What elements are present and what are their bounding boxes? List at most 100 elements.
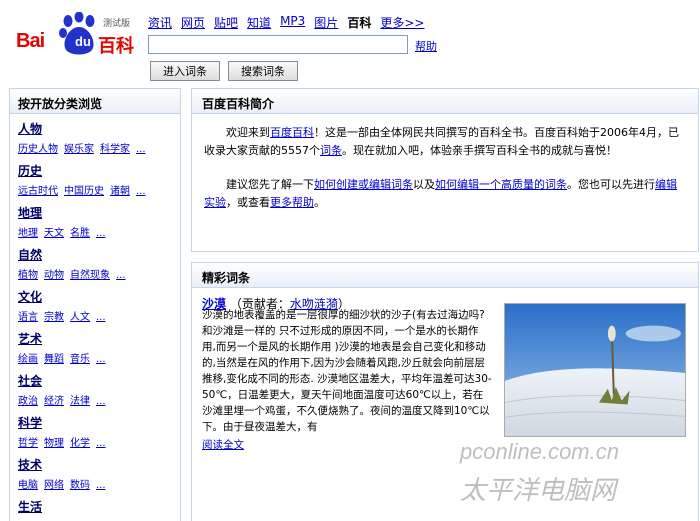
more-subcategories-link[interactable]: ...: [96, 480, 106, 491]
tab-6[interactable]: 百科: [347, 14, 371, 31]
more-subcategories-link[interactable]: ...: [96, 396, 106, 407]
subcategory-link[interactable]: 动物: [44, 270, 64, 281]
subcategory-link[interactable]: 化学: [70, 438, 90, 449]
entries-link[interactable]: 词条: [320, 144, 342, 157]
more-subcategories-link[interactable]: ...: [136, 186, 146, 197]
category-title[interactable]: 文化: [18, 288, 180, 305]
tab-7[interactable]: 更多>>: [380, 14, 424, 31]
subcategory-link[interactable]: 网络: [44, 480, 64, 491]
category-item: 地理 地理 天文 名胜...: [10, 198, 180, 240]
category-subs: 地理 天文 名胜...: [18, 224, 180, 239]
more-subcategories-link[interactable]: ...: [116, 270, 126, 281]
intro-text: 欢迎来到: [226, 126, 270, 139]
category-title[interactable]: 历史: [18, 162, 180, 179]
baike-link[interactable]: 百度百科: [270, 126, 314, 139]
category-title[interactable]: 社会: [18, 372, 180, 389]
subcategory-link[interactable]: 地理: [18, 228, 38, 239]
subcategory-link[interactable]: 植物: [18, 270, 38, 281]
category-subs: 绘画 舞蹈 音乐...: [18, 350, 180, 365]
baidu-baike-logo[interactable]: Bai du 百科 测试版: [16, 12, 140, 60]
category-item: 生活: [10, 492, 180, 521]
category-item: 文化语言 宗教 人文...: [10, 282, 180, 324]
category-subs: 远古时代 中国历史 诸朝...: [18, 182, 180, 197]
subcategory-link[interactable]: 物理: [44, 438, 64, 449]
intro-heading: 百度百科简介: [192, 89, 698, 114]
category-title[interactable]: 科学: [18, 414, 180, 431]
more-subcategories-link[interactable]: ...: [96, 354, 106, 365]
intro-text: 建议您先了解一下: [226, 178, 314, 191]
category-item: 艺术绘画 舞蹈 音乐...: [10, 324, 180, 366]
category-sidebar: 按开放分类浏览 人物 历史人物 娱乐家 科学家... 历史 远古时代 中国历史 诸朝... 地理…: [9, 88, 181, 521]
category-title[interactable]: 人物: [18, 120, 180, 137]
subcategory-link[interactable]: 绘画: [18, 354, 38, 365]
quality-entry-link[interactable]: 如何编辑一个高质量的词条: [435, 178, 567, 191]
tab-5[interactable]: 图片: [314, 14, 338, 31]
category-subs: 电脑 网络 数码...: [18, 476, 180, 491]
subcategory-link[interactable]: 数码: [70, 480, 90, 491]
category-title[interactable]: 艺术: [18, 330, 180, 347]
subcategory-link[interactable]: 哲学: [18, 438, 38, 449]
subcategory-link[interactable]: 宗教: [44, 312, 64, 323]
subcategory-link[interactable]: 天文: [44, 228, 64, 239]
subcategory-link[interactable]: 法律: [70, 396, 90, 407]
tab-3[interactable]: 知道: [247, 14, 271, 31]
subcategory-link[interactable]: 语言: [18, 312, 38, 323]
logo-du-text: du: [75, 34, 91, 49]
logo-baike-text: 百科: [98, 36, 134, 57]
excerpt-text: 沙漠的地表覆盖的是一层很厚的细沙状的沙子(有去过海边吗?和沙滩是一样的 只不过形…: [202, 309, 492, 433]
intro-text: 。: [314, 196, 325, 209]
enter-entry-button[interactable]: 进入词条: [150, 61, 220, 81]
watermark-cn: 太平洋电脑网: [460, 476, 619, 506]
desert-photo[interactable]: [504, 303, 686, 437]
featured-heading: 精彩词条: [192, 263, 698, 288]
subcategory-link[interactable]: 科学家: [100, 144, 130, 155]
more-subcategories-link[interactable]: ...: [96, 312, 106, 323]
category-title[interactable]: 技术: [18, 456, 180, 473]
beta-label: 测试版: [103, 19, 131, 29]
how-to-edit-link[interactable]: 如何创建或编辑词条: [314, 178, 413, 191]
tab-4[interactable]: MP3: [280, 14, 305, 31]
intro-text: 。您也可以先进行: [567, 178, 655, 191]
logo-bai-text: Bai: [16, 30, 45, 52]
category-item: 人物历史人物 娱乐家 科学家...: [10, 114, 180, 156]
intro-panel: 百度百科简介 欢迎来到百度百科！这是一部由全体网民共同撰写的百科全书。百度百科始…: [191, 88, 699, 252]
subcategory-link[interactable]: 自然现象: [70, 270, 110, 281]
more-help-link[interactable]: 更多帮助: [270, 196, 314, 209]
category-item: 科学哲学 物理 化学...: [10, 408, 180, 450]
more-subcategories-link[interactable]: ...: [136, 144, 146, 155]
subcategory-link[interactable]: 电脑: [18, 480, 38, 491]
subcategory-link[interactable]: 娱乐家: [64, 144, 94, 155]
tab-2[interactable]: 贴吧: [214, 14, 238, 31]
category-item: 社会政治 经济 法律...: [10, 366, 180, 408]
subcategory-link[interactable]: 音乐: [70, 354, 90, 365]
subcategory-link[interactable]: 经济: [44, 396, 64, 407]
search-input[interactable]: [148, 35, 408, 54]
category-subs: 植物 动物 自然现象...: [18, 266, 180, 281]
intro-text: 。现在就加入吧，体验亲手撰写百科全书的成就与喜悦！: [342, 144, 617, 157]
category-subs: 历史人物 娱乐家 科学家...: [18, 140, 180, 155]
tab-0[interactable]: 资讯: [148, 14, 172, 31]
category-title[interactable]: 自然: [18, 246, 180, 263]
more-subcategories-link[interactable]: ...: [96, 438, 106, 449]
subcategory-link[interactable]: 政治: [18, 396, 38, 407]
category-subs: 语言 宗教 人文...: [18, 308, 180, 323]
help-link[interactable]: 帮助: [415, 38, 437, 54]
category-item: 技术电脑 网络 数码...: [10, 450, 180, 492]
subcategory-link[interactable]: 历史人物: [18, 144, 58, 155]
subcategory-link[interactable]: 名胜: [70, 228, 90, 239]
tab-1[interactable]: 网页: [181, 14, 205, 31]
subcategory-link[interactable]: 舞蹈: [44, 354, 64, 365]
subcategory-link[interactable]: 中国历史: [64, 186, 104, 197]
search-entry-button[interactable]: 搜索词条: [228, 61, 298, 81]
category-title[interactable]: 地理: [18, 204, 180, 221]
intro-body: 欢迎来到百度百科！这是一部由全体网民共同撰写的百科全书。百度百科始于2006年4…: [192, 114, 698, 212]
watermark-domain: pconline.com.cn: [459, 439, 619, 464]
sidebar-heading: 按开放分类浏览: [10, 89, 180, 114]
pconline-watermark: pconline.com.cn 太平洋电脑网: [459, 439, 619, 506]
category-title[interactable]: 生活: [18, 498, 180, 515]
subcategory-link[interactable]: 诸朝: [110, 186, 130, 197]
subcategory-link[interactable]: 人文: [70, 312, 90, 323]
intro-paragraph-1: 欢迎来到百度百科！这是一部由全体网民共同撰写的百科全书。百度百科始于2006年4…: [204, 124, 686, 160]
more-subcategories-link[interactable]: ...: [96, 228, 106, 239]
subcategory-link[interactable]: 远古时代: [18, 186, 58, 197]
